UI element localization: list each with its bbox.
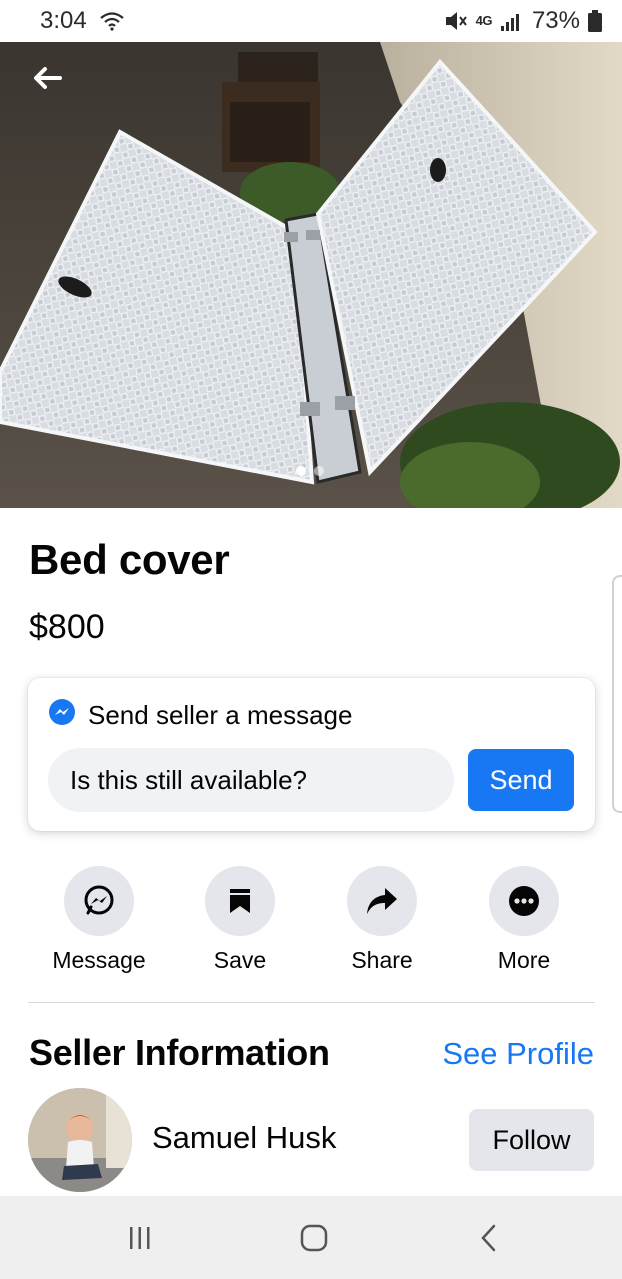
action-label: Save bbox=[213, 947, 267, 973]
recent-apps-icon bbox=[130, 1227, 150, 1249]
listing-photo[interactable] bbox=[0, 42, 622, 508]
share-action-button[interactable]: Share bbox=[312, 866, 452, 974]
follow-button[interactable]: Follow bbox=[469, 1109, 594, 1171]
action-label: More bbox=[497, 947, 551, 973]
network-type: 4G bbox=[475, 13, 493, 28]
message-card-header: Send seller a message bbox=[48, 698, 352, 733]
messenger-icon bbox=[84, 885, 114, 915]
message-action-circle bbox=[64, 866, 134, 936]
see-profile-link[interactable]: See Profile bbox=[442, 1036, 594, 1072]
pagination-dot-active[interactable] bbox=[296, 466, 306, 476]
message-input[interactable] bbox=[48, 748, 454, 812]
bed-cover-photo-illustration bbox=[0, 42, 622, 508]
seller-info-heading: Seller Information bbox=[29, 1032, 330, 1073]
action-label: Message bbox=[52, 947, 146, 973]
chevron-left-icon bbox=[481, 1224, 496, 1252]
status-bar: 3:04 4G 73% bbox=[0, 0, 622, 42]
send-button[interactable]: Send bbox=[468, 749, 574, 811]
marketplace-listing-screen: 3:04 4G 73% Bed cover $800 Send seller a… bbox=[0, 0, 622, 1279]
seller-name[interactable]: Samuel Husk bbox=[152, 1120, 336, 1156]
share-action-circle bbox=[347, 866, 417, 936]
battery-icon bbox=[588, 10, 602, 32]
system-nav-bar bbox=[0, 1196, 622, 1279]
back-arrow-icon bbox=[34, 67, 62, 89]
action-label: Share bbox=[351, 947, 413, 973]
home-button[interactable] bbox=[284, 1218, 344, 1258]
save-action-button[interactable]: Save bbox=[170, 866, 310, 974]
send-message-card: Send seller a message Send bbox=[28, 678, 595, 831]
seller-avatar[interactable] bbox=[28, 1088, 132, 1192]
more-icon bbox=[509, 886, 539, 916]
side-scroll-indicator bbox=[612, 575, 622, 813]
home-icon bbox=[300, 1224, 328, 1252]
recent-apps-button[interactable] bbox=[110, 1218, 170, 1258]
bookmark-icon bbox=[230, 889, 250, 913]
battery-percent: 73% bbox=[531, 7, 580, 34]
avatar-photo-illustration bbox=[28, 1088, 132, 1192]
back-button[interactable] bbox=[32, 66, 72, 100]
system-back-button[interactable] bbox=[458, 1218, 518, 1258]
photo-pagination bbox=[296, 466, 324, 476]
listing-price: $800 bbox=[29, 608, 105, 646]
more-action-circle bbox=[489, 866, 559, 936]
signal-icon bbox=[500, 11, 524, 31]
section-divider bbox=[28, 1002, 595, 1003]
pagination-dot[interactable] bbox=[314, 466, 324, 476]
wifi-icon bbox=[99, 11, 125, 31]
listing-title: Bed cover bbox=[29, 536, 230, 583]
message-action-button[interactable]: Message bbox=[29, 866, 169, 974]
status-time: 3:04 bbox=[40, 7, 87, 34]
share-icon bbox=[367, 888, 397, 914]
action-row: Message Save Share More bbox=[28, 866, 595, 976]
messenger-badge-icon bbox=[48, 698, 76, 733]
more-action-button[interactable]: More bbox=[454, 866, 594, 974]
status-right: 4G 73% bbox=[444, 7, 602, 35]
mute-icon bbox=[444, 10, 468, 32]
save-action-circle bbox=[205, 866, 275, 936]
message-card-heading: Send seller a message bbox=[88, 700, 353, 730]
